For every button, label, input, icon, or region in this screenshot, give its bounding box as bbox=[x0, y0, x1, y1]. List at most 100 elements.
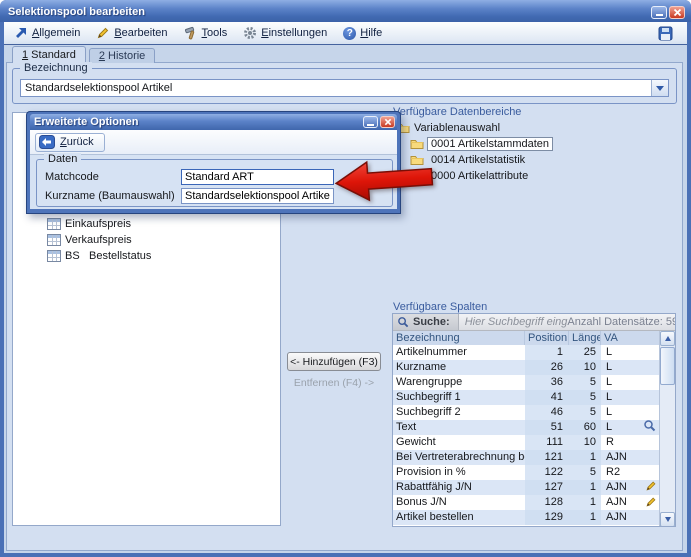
remove-button-disabled: Entfernen (F4) -> bbox=[287, 375, 381, 391]
record-count: Anzahl Datensätze: 597 bbox=[567, 316, 676, 328]
cell-position: 121 bbox=[525, 450, 569, 465]
matchcode-row: Matchcode bbox=[45, 169, 334, 185]
pencil-icon[interactable] bbox=[645, 480, 657, 492]
column-header-laenge[interactable]: Länge bbox=[569, 331, 601, 345]
menu-allgemein[interactable]: Allgemein bbox=[12, 24, 82, 42]
close-button[interactable] bbox=[669, 6, 685, 19]
dialog-close-button[interactable] bbox=[380, 116, 395, 128]
spalten-row[interactable]: Provision in %1225R2 bbox=[393, 465, 661, 480]
datenbereich-item[interactable]: 0001 Artikelstammdaten bbox=[410, 136, 552, 152]
folder-icon bbox=[410, 138, 424, 150]
bezeichnung-label: Bezeichnung bbox=[20, 62, 92, 74]
minimize-button[interactable] bbox=[651, 6, 667, 19]
left-tree-item[interactable]: Einkaufspreis bbox=[13, 216, 280, 232]
datenbereich-label: 0014 Artikelstatistik bbox=[428, 154, 528, 166]
cell-position: 127 bbox=[525, 480, 569, 495]
column-header-position[interactable]: Position bbox=[525, 331, 569, 345]
menu-hilfe[interactable]: ? Hilfe bbox=[341, 25, 384, 42]
cell-name: Provision in % bbox=[393, 465, 525, 480]
spalten-row[interactable]: Artikelnummer125L bbox=[393, 345, 661, 360]
vertical-scrollbar[interactable] bbox=[659, 331, 675, 527]
menu-label: Tools bbox=[202, 27, 228, 39]
main-toolbar: Allgemein Bearbeiten Tools Einstellungen… bbox=[4, 22, 687, 45]
dialog-toolbar: Zurück bbox=[30, 130, 397, 155]
cell-laenge: 1 bbox=[569, 480, 601, 495]
spalten-row[interactable]: Suchbegriff 2465L bbox=[393, 405, 661, 420]
menu-einstellungen[interactable]: Einstellungen bbox=[241, 24, 329, 42]
spalten-search-bar[interactable]: Suche: Hier Suchbegriff eing Anzahl Date… bbox=[393, 314, 675, 331]
scrollbar-thumb[interactable] bbox=[660, 347, 675, 385]
cell-laenge: 1 bbox=[569, 450, 601, 465]
add-button[interactable]: <- Hinzufügen (F3) bbox=[287, 352, 381, 371]
datenbereiche-title: Verfügbare Datenbereiche bbox=[393, 106, 521, 118]
combobox-value: Standardselektionspool Artikel bbox=[21, 82, 651, 94]
spalten-title: Verfügbare Spalten bbox=[393, 301, 487, 313]
datenbereich-label: 0001 Artikelstammdaten bbox=[428, 138, 552, 150]
cell-va: L bbox=[601, 375, 661, 390]
tree-item-label: Bestellstatus bbox=[89, 250, 151, 262]
column-header-bezeichnung[interactable]: Bezeichnung bbox=[393, 331, 525, 345]
help-icon: ? bbox=[343, 27, 356, 40]
matchcode-label: Matchcode bbox=[45, 171, 181, 183]
dialog-minimize-button[interactable] bbox=[363, 116, 378, 128]
datenbereiche-root-node[interactable]: Variablenauswahl bbox=[396, 120, 500, 135]
scroll-down-button[interactable] bbox=[660, 512, 675, 527]
cell-position: 26 bbox=[525, 360, 569, 375]
cell-name: Gewicht bbox=[393, 435, 525, 450]
cell-name: Suchbegriff 2 bbox=[393, 405, 525, 420]
cell-position: 1 bbox=[525, 345, 569, 360]
spalten-row[interactable]: Artikel bestellen1291AJN bbox=[393, 510, 661, 525]
spalten-row[interactable]: Bei Vertreterabrechnung berücksichtige12… bbox=[393, 450, 661, 465]
scroll-up-button[interactable] bbox=[660, 331, 675, 346]
menu-label: Einstellungen bbox=[261, 27, 327, 39]
cell-name: Bonus J/N bbox=[393, 495, 525, 510]
dialog-titlebar[interactable]: Erweiterte Optionen bbox=[30, 114, 397, 130]
left-tree: Einkaufspreis Verkaufspreis BS Bestellstatu… bbox=[13, 216, 280, 264]
search-hint[interactable]: Hier Suchbegriff eing bbox=[459, 316, 568, 328]
arrow-up-icon bbox=[665, 336, 671, 341]
window-title: Selektionspool bearbeiten bbox=[8, 6, 145, 18]
kurzname-row: Kurzname (Baumauswahl) bbox=[45, 188, 334, 204]
left-tree-item[interactable]: BS Bestellstatus bbox=[13, 248, 280, 264]
cell-va: AJN bbox=[601, 450, 661, 465]
bezeichnung-combobox[interactable]: Standardselektionspool Artikel bbox=[20, 79, 669, 97]
window-content: Allgemein Bearbeiten Tools Einstellungen… bbox=[4, 22, 687, 553]
cell-name: Suchbegriff 1 bbox=[393, 390, 525, 405]
tab-standard[interactable]: 1 Standard bbox=[12, 46, 86, 63]
back-button[interactable]: Zurück bbox=[35, 133, 105, 152]
matchcode-input[interactable] bbox=[181, 169, 334, 185]
cell-position: 46 bbox=[525, 405, 569, 420]
close-icon bbox=[673, 8, 682, 17]
window-titlebar[interactable]: Selektionspool bearbeiten bbox=[0, 0, 691, 22]
spalten-row[interactable]: Bonus J/N1281AJN bbox=[393, 495, 661, 510]
menu-tools[interactable]: Tools bbox=[182, 24, 230, 42]
save-button[interactable] bbox=[656, 24, 675, 43]
cell-position: 111 bbox=[525, 435, 569, 450]
gear-icon bbox=[243, 26, 257, 40]
tree-item-code: BS bbox=[65, 250, 85, 262]
spalten-row[interactable]: Text5160L bbox=[393, 420, 661, 435]
menu-bearbeiten[interactable]: Bearbeiten bbox=[94, 24, 169, 42]
combobox-dropdown-button[interactable] bbox=[651, 80, 668, 96]
back-button-label: Zurück bbox=[60, 136, 94, 148]
tree-item-label: Einkaufspreis bbox=[65, 218, 131, 230]
cell-laenge: 60 bbox=[569, 420, 601, 435]
cell-name: Artikel bestellen bbox=[393, 510, 525, 525]
table-icon bbox=[47, 234, 61, 246]
tab-historie[interactable]: 2 Historie bbox=[89, 48, 155, 63]
tools-icon bbox=[184, 26, 198, 40]
spalten-row[interactable]: Rabattfähig J/N1271AJN bbox=[393, 480, 661, 495]
column-header-va[interactable]: VA bbox=[601, 331, 661, 345]
cell-laenge: 1 bbox=[569, 495, 601, 510]
magnifier-icon[interactable] bbox=[643, 419, 656, 432]
arrow-ne-icon bbox=[14, 26, 28, 40]
pencil-icon[interactable] bbox=[645, 496, 657, 508]
kurzname-input[interactable] bbox=[181, 188, 334, 204]
spalten-row[interactable]: Warengruppe365L bbox=[393, 375, 661, 390]
spalten-row[interactable]: Gewicht11110R bbox=[393, 435, 661, 450]
spalten-row[interactable]: Suchbegriff 1415L bbox=[393, 390, 661, 405]
spalten-row[interactable]: Kurzname2610L bbox=[393, 360, 661, 375]
cell-laenge: 5 bbox=[569, 405, 601, 420]
left-tree-item[interactable]: Verkaufspreis bbox=[13, 232, 280, 248]
cell-laenge: 25 bbox=[569, 345, 601, 360]
